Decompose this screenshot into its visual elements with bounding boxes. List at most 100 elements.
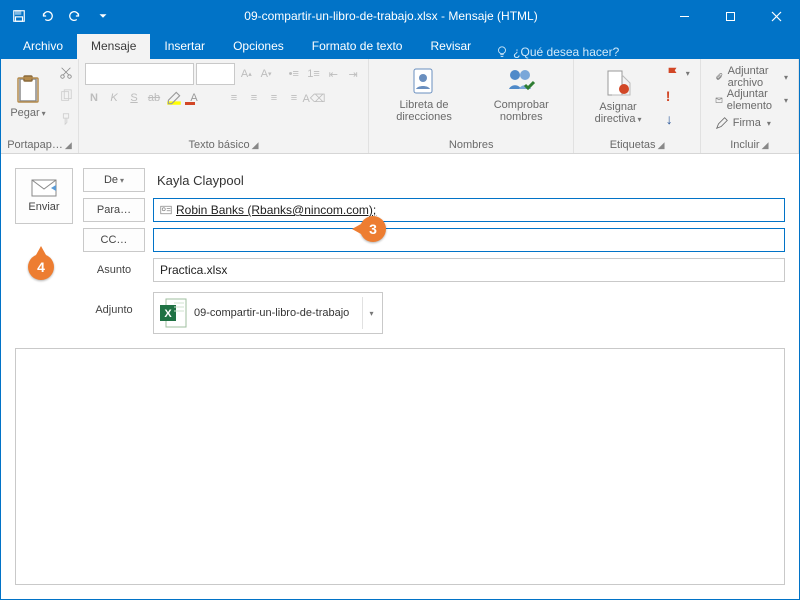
format-painter-button[interactable]: [55, 109, 77, 129]
font-size-combo[interactable]: [196, 63, 236, 85]
grow-font-icon[interactable]: A▴: [237, 65, 255, 83]
subject-label: Asunto: [83, 264, 145, 276]
tell-me-label: ¿Qué desea hacer?: [513, 45, 619, 59]
svg-text:X: X: [164, 308, 172, 320]
attachment-label: Adjunto: [83, 292, 145, 316]
to-recipient[interactable]: Robin Banks (Rbanks@nincom.com);: [176, 203, 376, 217]
redo-icon[interactable]: [63, 4, 87, 28]
copy-icon: [59, 89, 73, 103]
strike-icon[interactable]: ab: [145, 89, 163, 107]
dialog-launcher-icon[interactable]: ◢: [658, 140, 665, 151]
highlight-icon[interactable]: [165, 89, 183, 107]
subject-field[interactable]: Practica.xlsx: [153, 258, 785, 282]
follow-up-button[interactable]: ▾: [662, 63, 694, 83]
signature-label: Firma: [733, 117, 761, 129]
cut-button[interactable]: [55, 63, 77, 83]
window-controls: [661, 1, 799, 31]
address-book-icon: [408, 65, 440, 97]
group-label-incluir: Incluir: [730, 139, 759, 151]
send-button[interactable]: Enviar: [15, 168, 73, 224]
paintbrush-icon: [59, 112, 73, 126]
subject-value: Practica.xlsx: [160, 263, 227, 277]
callout-3: 3: [360, 216, 386, 242]
undo-icon[interactable]: [35, 4, 59, 28]
dialog-launcher-icon[interactable]: ◢: [65, 140, 72, 151]
font-color-icon[interactable]: A: [185, 89, 203, 107]
lightbulb-icon: [495, 45, 509, 59]
indent-icon[interactable]: ⇥: [344, 65, 362, 83]
paste-button[interactable]: Pegar▾: [7, 71, 49, 121]
from-value: Kayla Claypool: [153, 173, 785, 188]
bold-button[interactable]: N: [85, 89, 103, 107]
high-importance-button[interactable]: !: [662, 86, 694, 106]
attachment-chip[interactable]: X 09-compartir-un-libro-de-trabajo ▾: [153, 292, 383, 334]
tell-me[interactable]: ¿Qué desea hacer?: [485, 45, 629, 59]
attach-file-label: Adjuntar archivo: [728, 65, 778, 89]
tab-formato[interactable]: Formato de texto: [298, 34, 417, 59]
align-center-icon[interactable]: ≡: [245, 89, 263, 107]
check-names-button[interactable]: Comprobar nombres: [475, 63, 567, 125]
group-label-nombres: Nombres: [449, 139, 494, 151]
align-left-icon[interactable]: ≡: [225, 89, 243, 107]
exclamation-icon: !: [666, 88, 671, 104]
cc-field[interactable]: [153, 228, 785, 252]
attachment-dropdown[interactable]: ▾: [362, 297, 378, 329]
message-body[interactable]: [15, 348, 785, 585]
address-book-label: Libreta de direcciones: [379, 99, 469, 123]
close-button[interactable]: [753, 1, 799, 31]
group-label-portapapeles: Portapap…: [7, 139, 63, 151]
attach-item-icon: [715, 93, 723, 107]
assign-policy-button[interactable]: Asignar directiva▾: [580, 65, 655, 127]
ribbon: Pegar▾ Portapap…◢ A▴ A▾ •≡: [1, 59, 799, 154]
qat-customize-icon[interactable]: [91, 4, 115, 28]
assign-policy-label: Asignar directiva: [595, 101, 637, 125]
clear-format-icon[interactable]: A⌫: [305, 89, 323, 107]
check-names-icon: [505, 65, 537, 97]
tab-insertar[interactable]: Insertar: [150, 34, 219, 59]
to-button[interactable]: Para…: [83, 198, 145, 222]
italic-button[interactable]: K: [105, 89, 123, 107]
envelope-icon: [31, 179, 57, 197]
outdent-icon[interactable]: ⇤: [324, 65, 342, 83]
copy-button[interactable]: [55, 86, 77, 106]
check-names-label: Comprobar nombres: [479, 99, 563, 123]
policy-icon: [602, 67, 634, 99]
contact-card-icon: [160, 204, 172, 216]
font-family-combo[interactable]: [85, 63, 194, 85]
dialog-launcher-icon[interactable]: ◢: [252, 140, 259, 151]
dialog-launcher-icon[interactable]: ◢: [762, 140, 769, 151]
shrink-font-icon[interactable]: A▾: [257, 65, 275, 83]
save-icon[interactable]: [7, 4, 31, 28]
tab-revisar[interactable]: Revisar: [416, 34, 485, 59]
group-label-etiquetas: Etiquetas: [610, 139, 656, 151]
paste-label: Pegar: [10, 107, 39, 119]
attachment-name: 09-compartir-un-libro-de-trabajo: [194, 307, 356, 320]
attach-item-button[interactable]: Adjuntar elemento▾: [711, 90, 792, 110]
tab-archivo[interactable]: Archivo: [9, 34, 77, 59]
paperclip-icon: [715, 70, 724, 84]
minimize-button[interactable]: [661, 1, 707, 31]
from-button[interactable]: De▾: [83, 168, 145, 192]
to-field[interactable]: Robin Banks (Rbanks@nincom.com);: [153, 198, 785, 222]
cc-button[interactable]: CC…: [83, 228, 145, 252]
pen-icon: [715, 116, 729, 130]
underline-button[interactable]: S: [125, 89, 143, 107]
group-portapapeles: Pegar▾ Portapap…◢: [1, 59, 79, 153]
group-nombres: Libreta de direcciones Comprobar nombres…: [369, 59, 574, 153]
align-right-icon[interactable]: ≡: [265, 89, 283, 107]
chevron-down-icon: ▾: [369, 309, 373, 318]
ribbon-tabs: Archivo Mensaje Insertar Opciones Format…: [1, 31, 799, 59]
maximize-button[interactable]: [707, 1, 753, 31]
attach-file-button[interactable]: Adjuntar archivo▾: [711, 67, 792, 87]
from-label: De: [104, 174, 118, 186]
bullets-icon[interactable]: •≡: [285, 65, 303, 83]
justify-icon[interactable]: ≡: [285, 89, 303, 107]
tab-mensaje[interactable]: Mensaje: [77, 34, 150, 59]
numbering-icon[interactable]: 1≡: [305, 65, 323, 83]
scissors-icon: [59, 66, 73, 80]
address-book-button[interactable]: Libreta de direcciones: [375, 63, 473, 125]
signature-button[interactable]: Firma▾: [711, 113, 792, 133]
tab-opciones[interactable]: Opciones: [219, 34, 298, 59]
low-importance-button[interactable]: ↓: [662, 109, 694, 129]
clipboard-icon: [12, 73, 44, 105]
